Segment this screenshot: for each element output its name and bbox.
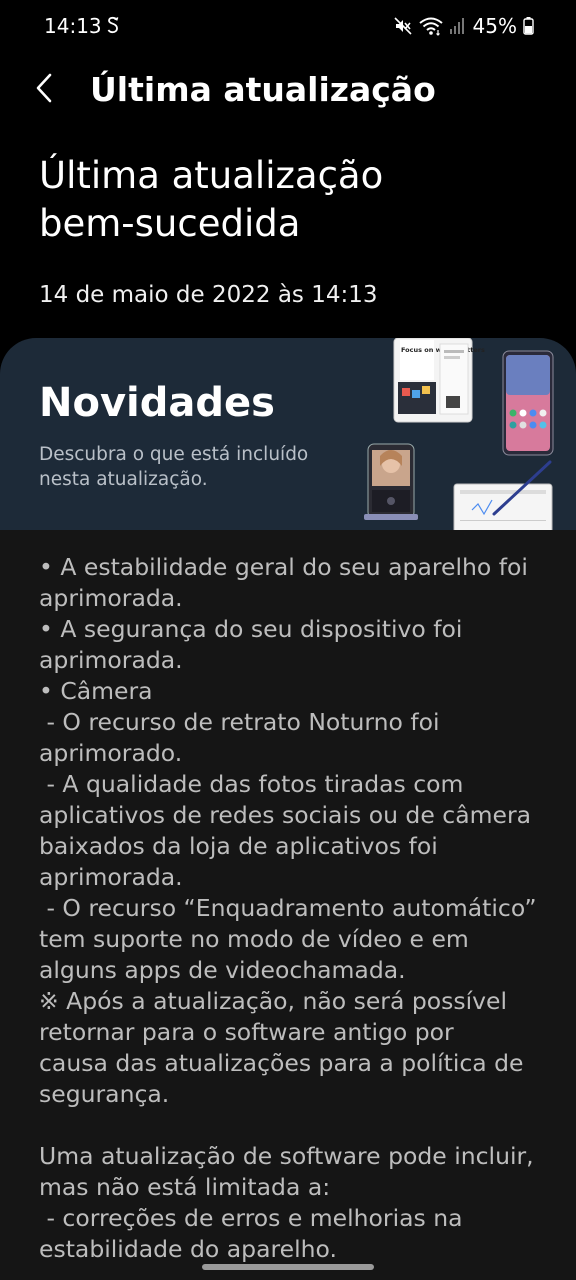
release-note-line: retornar para o software antigo por (39, 1018, 454, 1046)
release-note-line: • Câmera (39, 677, 153, 705)
release-note-line: ※ Após a atualização, não será possível (39, 987, 508, 1015)
release-note-line: - A qualidade das fotos tiradas com (39, 770, 464, 798)
tablet-pen-device (453, 460, 553, 530)
result-title-line2: bem-sucedida (39, 202, 301, 245)
app-bar-title: Última atualização (90, 70, 436, 109)
release-note-line: aprimorado. (39, 739, 183, 767)
release-notes-panel[interactable]: • A estabilidade geral do seu aparelho f… (0, 530, 576, 1280)
status-time: 14:13 (44, 14, 102, 38)
news-card[interactable]: Novidades Descubra o que está incluído n… (0, 338, 576, 530)
news-subtitle-line2: nesta atualização. (39, 469, 208, 490)
news-subtitle-line1: Descubra o que está incluído (39, 444, 309, 465)
wifi-icon (418, 17, 443, 36)
app-bar: Última atualização (0, 56, 576, 122)
news-subtitle: Descubra o que está incluído nesta atual… (39, 442, 349, 492)
release-note-line: • A segurança do seu dispositivo foi (39, 615, 463, 643)
release-note-line: - O recurso “Enquadramento automático” (39, 894, 537, 922)
news-title: Novidades (39, 380, 275, 426)
release-note-line: alguns apps de videochamada. (39, 956, 406, 984)
release-note-line: baixados da loja de aplicativos foi (39, 832, 438, 860)
battery-percent: 45% (472, 14, 517, 38)
status-bar: 14:13 45% (0, 0, 576, 52)
screen: 14:13 45% Última atualização Última atua… (0, 0, 576, 1280)
mute-icon (393, 17, 412, 35)
back-arrow-icon (36, 73, 52, 103)
result-title-line1: Última atualização (39, 154, 384, 197)
update-date: 14 de maio de 2022 às 14:13 (39, 282, 378, 308)
battery-icon (523, 17, 534, 35)
tablet-device: Focus on what matters (393, 338, 485, 423)
release-note-line: Uma atualização de software pode incluir… (39, 1142, 534, 1170)
release-note-line: segurança. (39, 1080, 170, 1108)
home-indicator[interactable] (202, 1264, 374, 1270)
release-note-line: • A estabilidade geral do seu aparelho f… (39, 553, 528, 581)
phone-device (502, 350, 554, 456)
release-note-line: mas não está limitada a: (39, 1173, 331, 1201)
release-note-line: aprimorada. (39, 646, 183, 674)
signal-icon (449, 18, 464, 34)
status-icons: 45% (393, 14, 534, 38)
devices-illustration: Focus on what matters (364, 338, 554, 530)
release-note-line: tem suporte no modo de vídeo e em (39, 925, 469, 953)
release-note-line: aprimorada. (39, 584, 183, 612)
release-note-line: causa das atualizações para a política d… (39, 1049, 524, 1077)
release-note-line: aplicativos de redes sociais ou de câmer… (39, 801, 532, 829)
release-note-line: - correções de erros e melhorias na (39, 1204, 463, 1232)
release-notes: • A estabilidade geral do seu aparelho f… (39, 552, 549, 1265)
release-note-line: aprimorada. (39, 863, 183, 891)
release-note-line: estabilidade do aparelho. (39, 1235, 337, 1263)
release-note-line: - O recurso de retrato Noturno foi (39, 708, 440, 736)
foldable-device (364, 443, 418, 520)
back-button[interactable] (22, 64, 66, 112)
result-title: Última atualização bem-sucedida (39, 152, 539, 248)
sync-s-icon (107, 16, 119, 34)
